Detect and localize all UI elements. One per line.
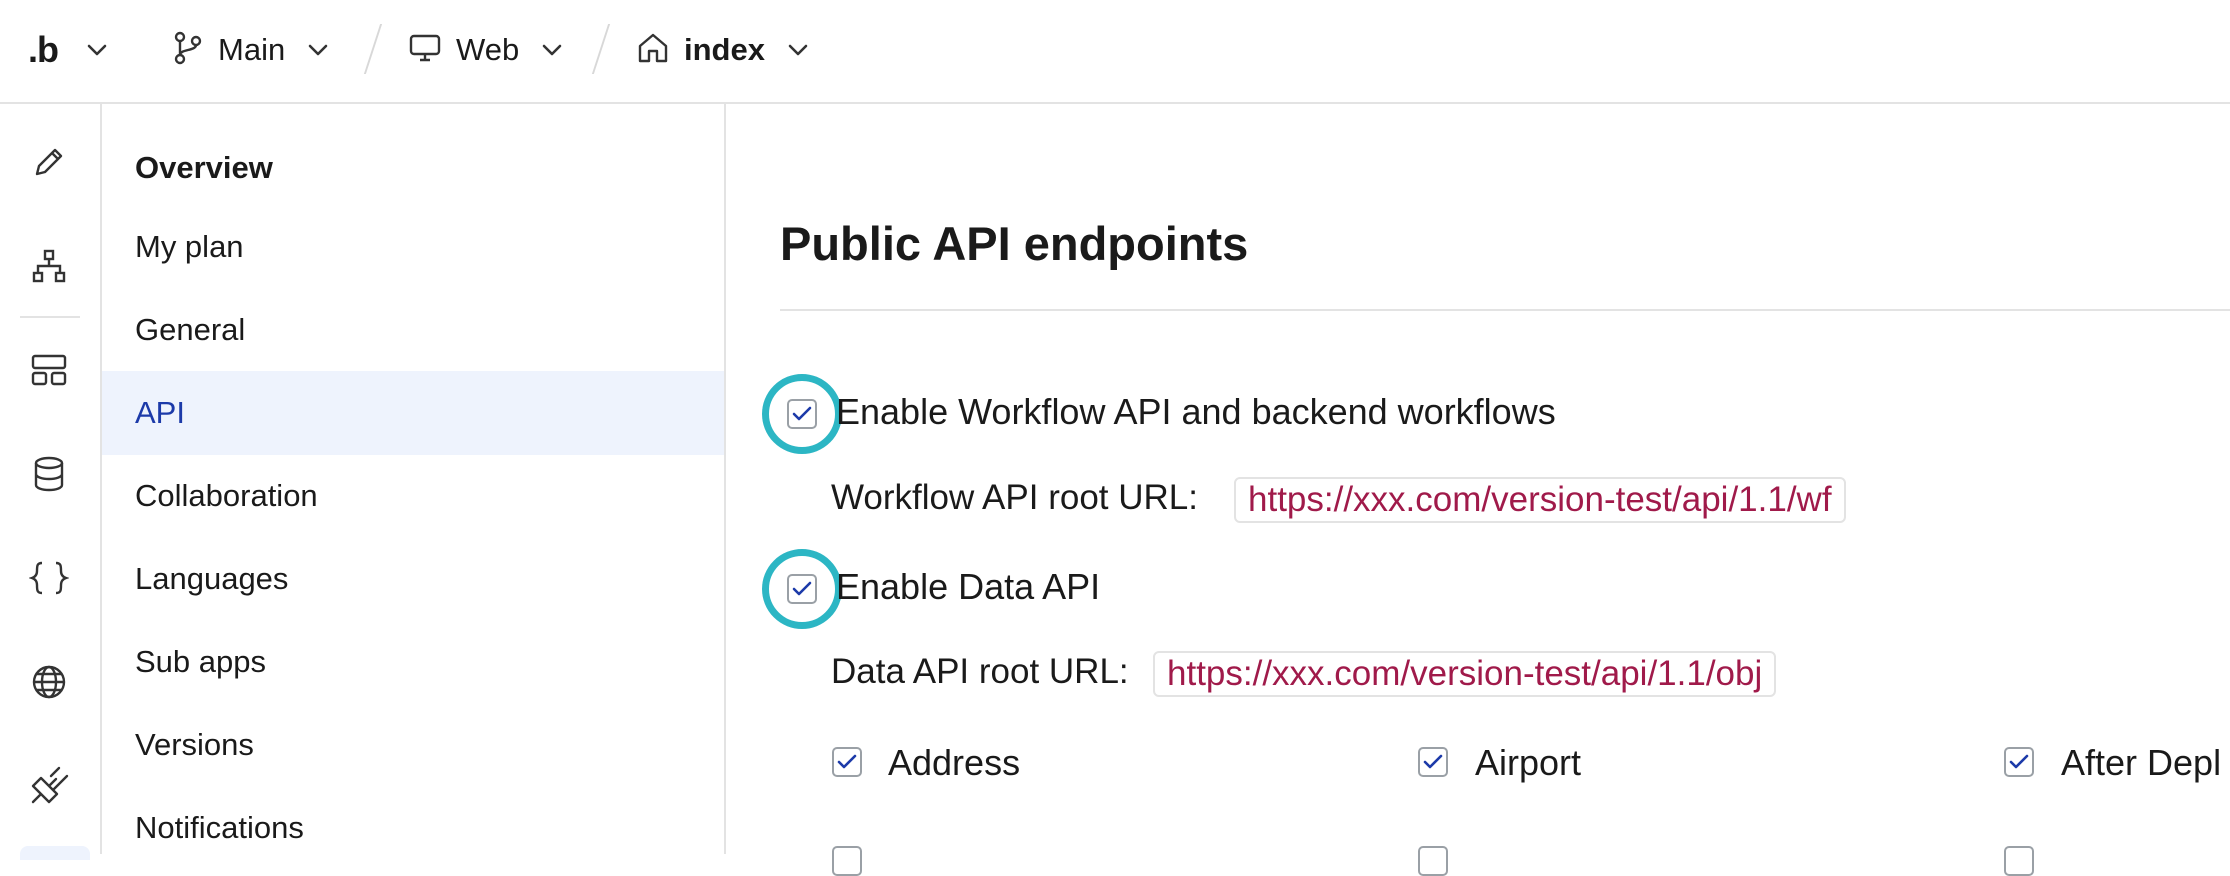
layout-icon[interactable]: [25, 346, 73, 394]
main-panel: Public API endpoints Enable Workflow API…: [726, 104, 2230, 876]
nav-item-notifications[interactable]: Notifications: [102, 786, 724, 870]
nav-item-api[interactable]: API: [102, 371, 724, 455]
checkmark-icon: [2009, 754, 2029, 769]
type-checkbox-airport[interactable]: [1418, 747, 1448, 777]
type-checkbox[interactable]: [1418, 846, 1448, 876]
nav-item-versions[interactable]: Versions: [102, 703, 724, 787]
type-checkbox-after-depl[interactable]: [2004, 747, 2034, 777]
plug-icon[interactable]: [25, 762, 73, 810]
enable-workflow-api-checkbox[interactable]: [787, 399, 817, 429]
workflow-url-label: Workflow API root URL:: [831, 478, 1198, 517]
globe-icon[interactable]: [25, 658, 73, 706]
platform-label: Web: [456, 32, 520, 67]
chevron-down-icon: [86, 43, 108, 57]
platform-selector[interactable]: Web: [408, 22, 563, 78]
nav-heading-overview: Overview: [135, 150, 273, 185]
type-checkbox[interactable]: [832, 846, 862, 876]
title-divider: [780, 309, 2230, 311]
braces-icon[interactable]: [25, 554, 73, 602]
rail-active-indicator: [20, 846, 90, 860]
nav-item-general[interactable]: General: [102, 288, 724, 372]
checkmark-icon: [1423, 754, 1443, 769]
page-label: index: [684, 32, 765, 67]
nav-item-collaboration[interactable]: Collaboration: [102, 454, 724, 538]
type-checkbox[interactable]: [2004, 846, 2034, 876]
type-label-airport: Airport: [1475, 742, 1582, 783]
top-bar: .b Main Web index: [0, 0, 2230, 104]
branch-icon: [172, 31, 204, 70]
database-icon[interactable]: [25, 450, 73, 498]
enable-data-api-label: Enable Data API: [836, 566, 1101, 607]
chevron-down-icon: [787, 43, 809, 57]
brand-logo: .b: [28, 29, 59, 70]
rail-divider: [20, 316, 80, 318]
type-label-address: Address: [888, 742, 1021, 783]
home-icon: [636, 31, 670, 70]
type-label-after-depl: After Depl: [2061, 742, 2222, 783]
checkmark-icon: [792, 581, 812, 596]
nav-item-my-plan[interactable]: My plan: [102, 205, 724, 289]
sitemap-icon[interactable]: [25, 242, 73, 290]
chevron-down-icon: [541, 43, 563, 57]
settings-nav: Overview My plan General API Collaborati…: [102, 104, 726, 854]
page-selector[interactable]: index: [636, 22, 809, 78]
checkmark-icon: [792, 406, 812, 421]
monitor-icon: [408, 32, 442, 69]
icon-rail: [0, 104, 102, 860]
breadcrumb-separator: [591, 24, 611, 74]
chevron-down-icon: [307, 43, 329, 57]
nav-item-languages[interactable]: Languages: [102, 537, 724, 621]
type-checkbox-address[interactable]: [832, 747, 862, 777]
branch-label: Main: [218, 32, 286, 67]
data-url-label: Data API root URL:: [831, 652, 1129, 691]
branch-selector[interactable]: Main: [172, 22, 329, 78]
breadcrumb-separator: [363, 24, 383, 74]
app-menu[interactable]: .b: [28, 22, 108, 78]
workflow-api-url[interactable]: https://xxx.com/version-test/api/1.1/wf: [1234, 477, 1846, 523]
enable-workflow-api-label: Enable Workflow API and backend workflow…: [836, 391, 1556, 432]
checkmark-icon: [837, 754, 857, 769]
page-title: Public API endpoints: [780, 217, 1249, 270]
nav-item-sub-apps[interactable]: Sub apps: [102, 620, 724, 704]
pencil-icon[interactable]: [25, 138, 73, 186]
enable-data-api-checkbox[interactable]: [787, 574, 817, 604]
data-api-url[interactable]: https://xxx.com/version-test/api/1.1/obj: [1153, 651, 1777, 697]
